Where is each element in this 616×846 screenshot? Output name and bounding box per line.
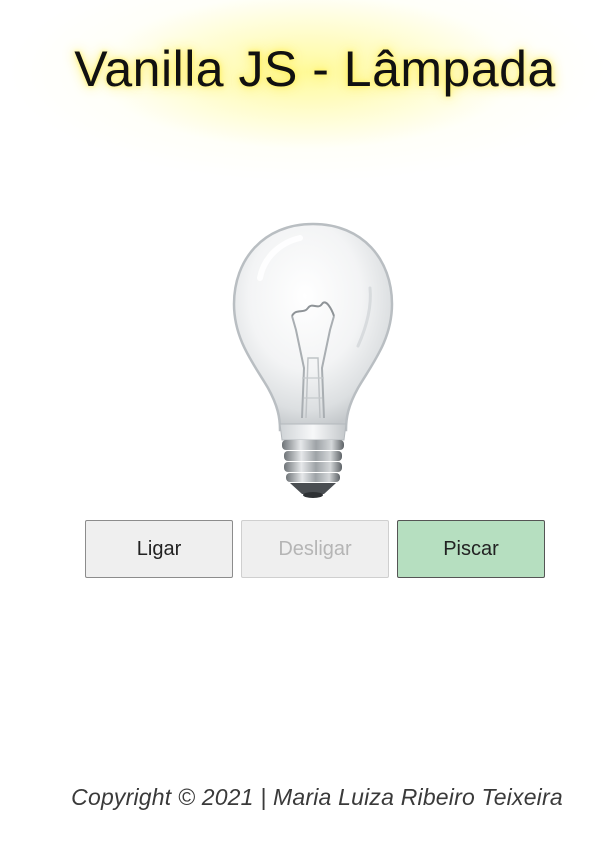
- turn-off-button[interactable]: Desligar: [241, 520, 389, 578]
- blink-button[interactable]: Piscar: [397, 520, 545, 578]
- page: Vanilla JS - Lâmpada Ligar Desligar Pisc…: [0, 0, 616, 846]
- light-bulb-icon: [232, 222, 394, 498]
- bulb-controls: Ligar Desligar Piscar: [85, 520, 547, 580]
- title-glow: [0, 0, 616, 200]
- footer-copyright: Copyright © 2021 | Maria Luiza Ribeiro T…: [71, 784, 563, 810]
- turn-on-button[interactable]: Ligar: [85, 520, 233, 578]
- page-title: Vanilla JS - Lâmpada: [74, 41, 556, 97]
